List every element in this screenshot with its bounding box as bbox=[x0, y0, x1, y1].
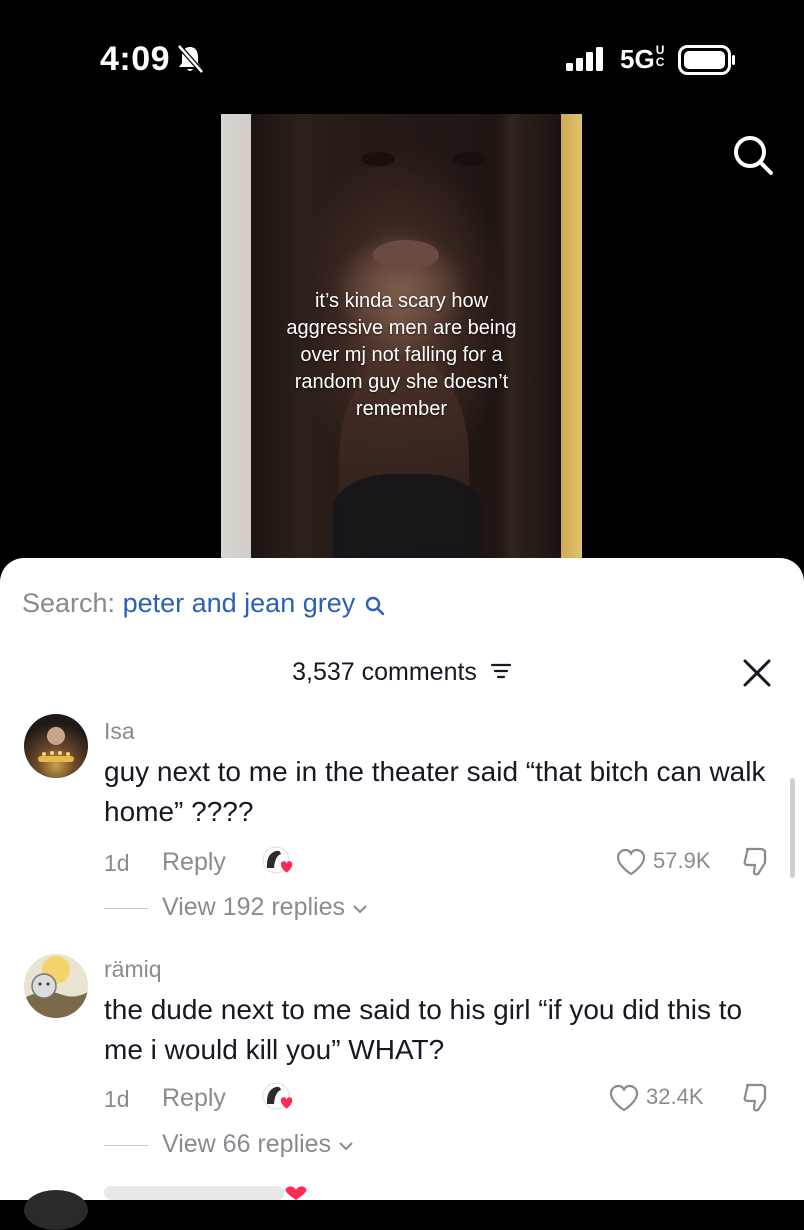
video-frame-detail bbox=[333, 474, 483, 564]
comment-username[interactable]: Isa bbox=[104, 718, 135, 745]
status-bar: 4:09 5GU C bbox=[0, 0, 804, 110]
dislike-icon[interactable] bbox=[742, 846, 772, 883]
video-frame-detail bbox=[373, 240, 439, 270]
search-suggestion[interactable]: Search: peter and jean grey bbox=[22, 588, 385, 623]
creator-liked-icon bbox=[262, 1082, 296, 1119]
comment-age: 1d bbox=[104, 850, 130, 876]
status-time: 4:09 bbox=[100, 40, 171, 78]
video-caption: it’s kinda scary how aggressive men are … bbox=[221, 288, 582, 423]
comment-count-header: 3,537 comments bbox=[0, 658, 804, 688]
comments-sheet: Search: peter and jean grey 3,537 commen… bbox=[0, 558, 804, 1230]
comment-text: guy next to me in the theater said “that… bbox=[104, 756, 766, 827]
avatar[interactable] bbox=[24, 1190, 88, 1230]
heart-emoji-icon bbox=[278, 1186, 314, 1205]
search-icon[interactable] bbox=[731, 133, 775, 182]
avatar[interactable] bbox=[24, 714, 88, 778]
view-replies-button[interactable]: View 192 replies bbox=[104, 893, 368, 922]
comment-username-placeholder bbox=[104, 1186, 284, 1200]
video-player[interactable]: it’s kinda scary how aggressive men are … bbox=[221, 114, 582, 564]
caption-line: it’s kinda scary how bbox=[314, 290, 489, 312]
like-button[interactable]: 57.9K bbox=[615, 848, 711, 876]
chevron-down-icon bbox=[338, 1130, 354, 1158]
search-icon[interactable] bbox=[365, 592, 385, 623]
signal-icon bbox=[566, 47, 606, 76]
reply-button[interactable]: Reply bbox=[162, 848, 226, 877]
search-suggestion-query[interactable]: peter and jean grey bbox=[123, 588, 356, 618]
caption-line: random guy she doesn’t bbox=[294, 371, 509, 393]
battery-icon bbox=[678, 45, 736, 80]
divider bbox=[104, 907, 148, 909]
dislike-icon[interactable] bbox=[742, 1082, 772, 1119]
comment-age: 1d bbox=[104, 1086, 130, 1112]
bell-slash-icon bbox=[176, 44, 204, 79]
video-frame-detail bbox=[361, 152, 395, 166]
network-label: 5GU C bbox=[620, 43, 665, 74]
caption-line: aggressive men are being bbox=[286, 317, 517, 339]
video-frame-detail bbox=[453, 152, 487, 166]
close-icon[interactable] bbox=[742, 658, 772, 693]
comment-text: the dude next to me said to his girl “if… bbox=[104, 994, 743, 1065]
view-replies-label: View 192 replies bbox=[162, 893, 345, 921]
chevron-down-icon bbox=[352, 893, 368, 921]
filter-icon[interactable] bbox=[490, 659, 512, 688]
scrollbar[interactable] bbox=[790, 778, 795, 878]
divider bbox=[104, 1144, 148, 1146]
caption-line: remember bbox=[355, 398, 448, 420]
comment-username[interactable]: rämiq bbox=[104, 956, 162, 983]
view-replies-label: View 66 replies bbox=[162, 1130, 332, 1158]
comment-count: 3,537 comments bbox=[292, 658, 477, 686]
reply-button[interactable]: Reply bbox=[162, 1084, 226, 1113]
caption-line: over mj not falling for a bbox=[300, 344, 503, 366]
creator-liked-icon bbox=[262, 846, 296, 883]
view-replies-button[interactable]: View 66 replies bbox=[104, 1130, 354, 1159]
like-count: 57.9K bbox=[653, 848, 711, 873]
search-suggestion-label: Search: bbox=[22, 588, 116, 618]
like-count: 32.4K bbox=[646, 1084, 704, 1109]
avatar[interactable] bbox=[24, 954, 88, 1018]
like-button[interactable]: 32.4K bbox=[608, 1084, 704, 1112]
